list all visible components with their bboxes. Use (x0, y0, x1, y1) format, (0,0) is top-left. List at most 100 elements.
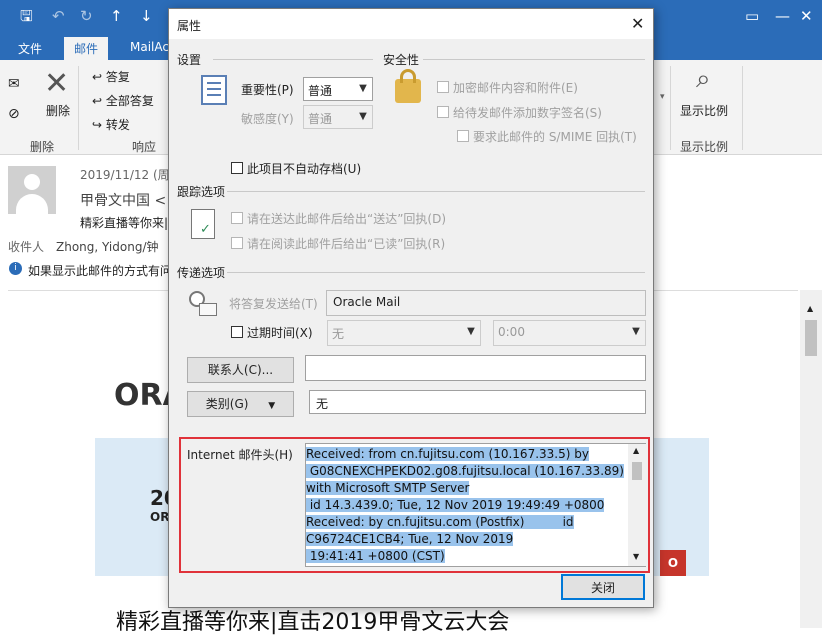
header-line: 19:41:41 +0800 (CST) (306, 549, 445, 563)
header-line: G08CNEXCHPEKD02.g08.fujitsu.local (10.16… (306, 464, 624, 478)
tab-message[interactable]: 邮件 (64, 37, 109, 60)
tracking-heading: 跟踪选项 (177, 185, 226, 199)
close-window-icon[interactable]: ✕ (800, 6, 813, 26)
divider (213, 59, 373, 60)
importance-label: 重要性(P) (241, 83, 294, 97)
divider (227, 191, 645, 192)
message-subject: 精彩直播等你来| (80, 216, 169, 230)
up-arrow-icon[interactable]: ↑ (110, 6, 123, 26)
header-line: id 14.3.439.0; Tue, 12 Nov 2019 19:49:49… (306, 498, 605, 512)
chevron-down-icon: ▼ (467, 326, 475, 337)
importance-select[interactable]: 普通 ▼ (303, 77, 373, 101)
expires-label: 过期时间(X) (247, 326, 313, 340)
redo-icon[interactable]: ↻ (80, 6, 93, 26)
categories-button[interactable]: 类别(G) ▼ (187, 391, 294, 417)
no-autoarchive-checkbox[interactable] (231, 162, 243, 174)
close-button[interactable]: 关闭 (561, 574, 645, 600)
read-receipt-checkbox[interactable] (231, 237, 243, 249)
expires-date-value: 无 (332, 327, 345, 341)
ignore-icon[interactable]: ✉ (8, 76, 20, 92)
header-line: with Microsoft SMTP Server (306, 481, 470, 495)
delete-button[interactable]: 删除 (46, 102, 70, 119)
recipients-label: 收件人 (8, 240, 45, 254)
reply-to-label: 将答复发送给(T) (229, 297, 318, 311)
categories-label: 类别(G) (205, 397, 249, 411)
encrypt-checkbox[interactable] (437, 81, 449, 93)
divider (742, 66, 743, 150)
undo-icon[interactable]: ↶ (52, 6, 65, 26)
info-icon: i (9, 262, 22, 275)
tracking-icon: ✓ (191, 209, 215, 239)
delivery-clock-icon (189, 291, 217, 317)
sensitivity-label: 敏感度(Y) (241, 112, 294, 126)
reply-all-label: 全部答复 (105, 94, 154, 108)
reading-pane-scrollbar[interactable]: ▲ (800, 290, 822, 628)
settings-heading: 设置 (177, 53, 202, 67)
forward-label: 转发 (105, 118, 130, 132)
read-receipt-label: 请在阅读此邮件后给出“已读”回执(R) (247, 237, 446, 251)
message-date: 2019/11/12 (周 (80, 168, 170, 182)
smime-label: 要求此邮件的 S/MIME 回执(T) (473, 130, 637, 144)
security-heading: 安全性 (383, 53, 420, 67)
zoom-button[interactable]: 显示比例 (680, 102, 728, 119)
message-sender[interactable]: 甲骨文中国 < (80, 190, 166, 210)
expires-date-select[interactable]: 无 ▼ (327, 320, 481, 346)
expires-time-select[interactable]: 0:00 ▼ (493, 320, 646, 346)
header-line: Received: from cn.fujitsu.com (10.167.33… (306, 447, 589, 461)
tab-file[interactable]: 文件 (18, 40, 42, 57)
dialog-close-icon[interactable]: ✕ (631, 14, 644, 33)
scroll-thumb[interactable] (805, 320, 817, 356)
ribbon-display-icon[interactable]: ▭ (745, 6, 759, 26)
group-label-respond: 响应 (132, 140, 157, 154)
junk-icon[interactable]: ⊘ (8, 106, 20, 122)
sign-label: 给待发邮件添加数字签名(S) (453, 106, 602, 120)
recipients[interactable]: Zhong, Yidong/钟 (56, 238, 158, 255)
avatar (8, 166, 56, 214)
chevron-down-icon: ▼ (268, 401, 276, 411)
info-bar[interactable]: 如果显示此邮件的方式有问 (28, 262, 172, 279)
banner-text: OR (150, 510, 170, 524)
ribbon-dropdown-icon[interactable]: ▾ (660, 92, 665, 102)
reply-all-button[interactable]: ↩ 全部答复 (92, 92, 154, 109)
divider (78, 66, 79, 150)
divider (423, 59, 645, 60)
minimize-icon[interactable]: — (775, 6, 790, 26)
body-heading: 精彩直播等你来|直击2019甲骨文云大会 (116, 610, 510, 635)
lock-icon (395, 69, 421, 103)
chevron-down-icon: ▼ (632, 326, 640, 337)
tab-mailaction[interactable]: MailAc (130, 40, 169, 54)
zoom-icon[interactable]: ⌕ (696, 64, 711, 95)
delivery-receipt-checkbox[interactable] (231, 212, 243, 224)
dialog-title: 属性 (177, 19, 202, 33)
divider (227, 272, 645, 273)
group-label-zoom: 显示比例 (680, 140, 729, 154)
header-line: C96724CE1CB4; Tue, 12 Nov 2019 (306, 532, 514, 546)
reply-to-field[interactable]: Oracle Mail (326, 290, 646, 316)
categories-field[interactable]: 无 (309, 390, 646, 414)
sensitivity-select[interactable]: 普通 ▼ (303, 105, 373, 129)
encrypt-label: 加密邮件内容和附件(E) (453, 81, 578, 95)
internet-headers-content: Received: from cn.fujitsu.com (10.167.33… (306, 446, 628, 566)
contacts-button[interactable]: 联系人(C)... (187, 357, 294, 383)
save-icon[interactable]: 🖫 (20, 6, 33, 26)
sensitivity-value: 普通 (308, 112, 333, 126)
smime-checkbox[interactable] (457, 130, 469, 142)
scroll-up-icon[interactable]: ▲ (807, 304, 813, 313)
divider (670, 66, 671, 150)
down-arrow-icon[interactable]: ↓ (140, 6, 153, 26)
chevron-down-icon: ▼ (359, 83, 367, 94)
contacts-field[interactable] (305, 355, 646, 381)
group-label-delete: 删除 (30, 140, 55, 154)
forward-button[interactable]: ↪ 转发 (92, 116, 130, 133)
header-line: Received: by cn.fujitsu.com (Postfix) id (306, 515, 574, 529)
delete-icon[interactable]: ✕ (44, 66, 69, 101)
delivery-heading: 传递选项 (177, 266, 226, 280)
sign-checkbox[interactable] (437, 106, 449, 118)
expires-time-value: 0:00 (498, 325, 525, 339)
no-autoarchive-label: 此项目不自动存档(U) (247, 162, 362, 176)
expires-checkbox[interactable] (231, 326, 243, 338)
reply-button[interactable]: ↩ 答复 (92, 68, 130, 85)
checkmark-icon: ✓ (200, 222, 211, 237)
dialog-titlebar: 属性 ✕ (169, 9, 653, 39)
importance-value: 普通 (308, 84, 333, 98)
